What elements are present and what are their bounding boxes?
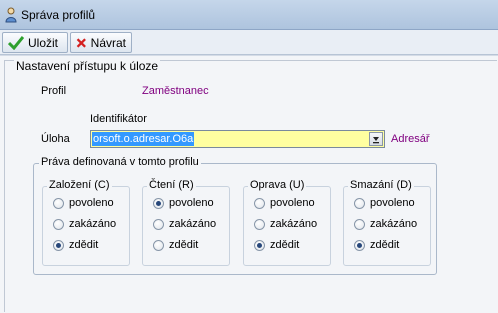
radio-button-icon[interactable] (153, 197, 164, 209)
radio-create-option[interactable]: povoleno (53, 197, 114, 209)
radio-label: povoleno (169, 197, 214, 209)
section-title: Nastavení přístupu k úloze (14, 59, 161, 73)
radio-update-option[interactable]: zdědit (254, 239, 299, 251)
rights-read-title: Čtení (R) (147, 179, 196, 191)
dropdown-button[interactable] (369, 132, 383, 146)
radio-create-option[interactable]: zdědit (53, 239, 98, 251)
radio-button-icon[interactable] (254, 218, 265, 230)
radio-label: zakázáno (169, 218, 217, 230)
rights-delete-group: Smazání (D) povoleno zakázáno zdědit (343, 179, 431, 266)
rights-delete-title: Smazání (D) (348, 179, 414, 191)
rights-update-title: Oprava (U) (248, 179, 307, 191)
rights-update-group: Oprava (U) povoleno zakázáno zdědit (243, 179, 331, 266)
title-bar: Správa profilů (0, 0, 498, 30)
radio-button-icon[interactable] (254, 197, 265, 209)
radio-button-icon[interactable] (153, 239, 164, 251)
radio-label: zakázáno (270, 218, 318, 230)
radio-label: povoleno (370, 197, 415, 209)
radio-label: zakázáno (69, 218, 117, 230)
address-book-link[interactable]: Adresář (391, 133, 430, 145)
rights-create-group: Založení (C) povoleno zakázáno zdědit (42, 179, 130, 266)
radio-button-icon[interactable] (53, 197, 64, 209)
toolbar: Uložit Návrat (0, 30, 498, 55)
task-combobox[interactable]: orsoft.o.adresar.O6a (90, 130, 385, 148)
close-icon (76, 37, 86, 48)
radio-read-option[interactable]: povoleno (153, 197, 214, 209)
profile-value: Zaměstnanec (142, 85, 209, 97)
back-button[interactable]: Návrat (70, 32, 132, 53)
task-label: Úloha (41, 133, 70, 145)
radio-label: zdědit (370, 239, 400, 251)
radio-label: povoleno (270, 197, 315, 209)
radio-read-option[interactable]: zakázáno (153, 218, 216, 230)
rights-read-group: Čtení (R) povoleno zakázáno zdědit (142, 179, 230, 266)
radio-delete-option[interactable]: zakázáno (354, 218, 417, 230)
radio-button-icon[interactable] (354, 218, 365, 230)
radio-update-option[interactable]: zakázáno (254, 218, 317, 230)
radio-button-icon[interactable] (354, 197, 365, 209)
radio-button-icon[interactable] (153, 218, 164, 230)
radio-read-option[interactable]: zdědit (153, 239, 198, 251)
window-title: Správa profilů (21, 8, 96, 22)
content-panel: Nastavení přístupu k úloze Profil Zaměst… (0, 56, 498, 313)
radio-delete-option[interactable]: povoleno (354, 197, 415, 209)
task-combobox-value[interactable]: orsoft.o.adresar.O6a (92, 132, 195, 146)
radio-label: zdědit (270, 239, 300, 251)
back-button-label: Návrat (90, 35, 126, 50)
radio-button-icon[interactable] (254, 239, 265, 251)
profile-label: Profil (41, 85, 67, 97)
identifier-label: Identifikátor (90, 113, 147, 125)
rights-title: Práva definovaná v tomto profilu (39, 156, 201, 168)
radio-label: zdědit (169, 239, 199, 251)
checkmark-icon (8, 35, 24, 50)
radio-update-option[interactable]: povoleno (254, 197, 315, 209)
radio-label: povoleno (69, 197, 114, 209)
person-icon (5, 7, 17, 23)
radio-label: zdědit (69, 239, 99, 251)
rights-create-title: Založení (C) (47, 179, 112, 191)
rights-group: Práva definovaná v tomto profilu Založen… (33, 156, 437, 275)
save-button[interactable]: Uložit (2, 32, 68, 53)
radio-label: zakázáno (370, 218, 418, 230)
save-button-label: Uložit (28, 35, 59, 50)
radio-create-option[interactable]: zakázáno (53, 218, 116, 230)
radio-button-icon[interactable] (53, 239, 64, 251)
radio-button-icon[interactable] (354, 239, 365, 251)
arrow-down-icon (373, 137, 379, 144)
radio-delete-option[interactable]: zdědit (354, 239, 399, 251)
radio-button-icon[interactable] (53, 218, 64, 230)
